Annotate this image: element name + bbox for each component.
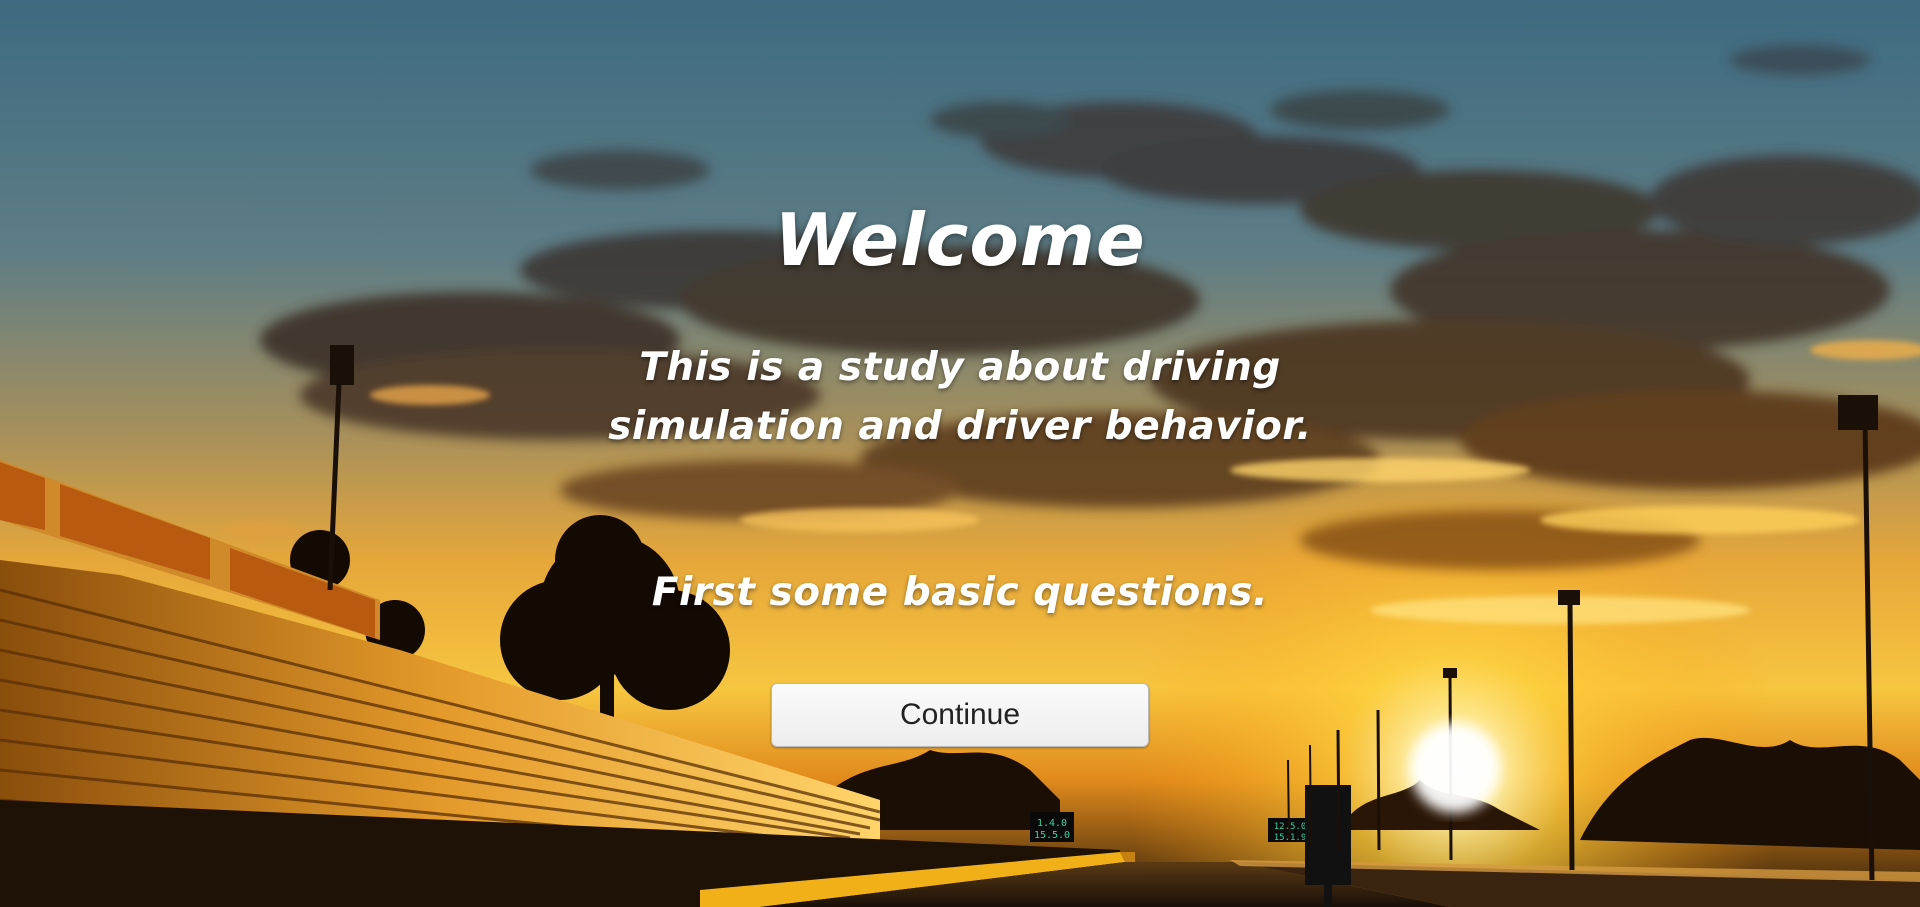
scoreboard-right-bottom: 15.1.9 [1274,833,1307,843]
scoreboard-left-top: 1.4.0 [1037,818,1067,829]
welcome-screen: 1.4.0 15.5.0 12.5.0 15.1.9 Welcome This [0,0,1920,907]
scoreboard-right-top: 12.5.0 [1274,822,1307,832]
continue-button[interactable]: Continue [771,683,1149,747]
scoreboard-left-bottom: 15.5.0 [1034,830,1070,841]
dragstrip-sunset-background: 1.4.0 15.5.0 12.5.0 15.1.9 [0,0,1920,907]
